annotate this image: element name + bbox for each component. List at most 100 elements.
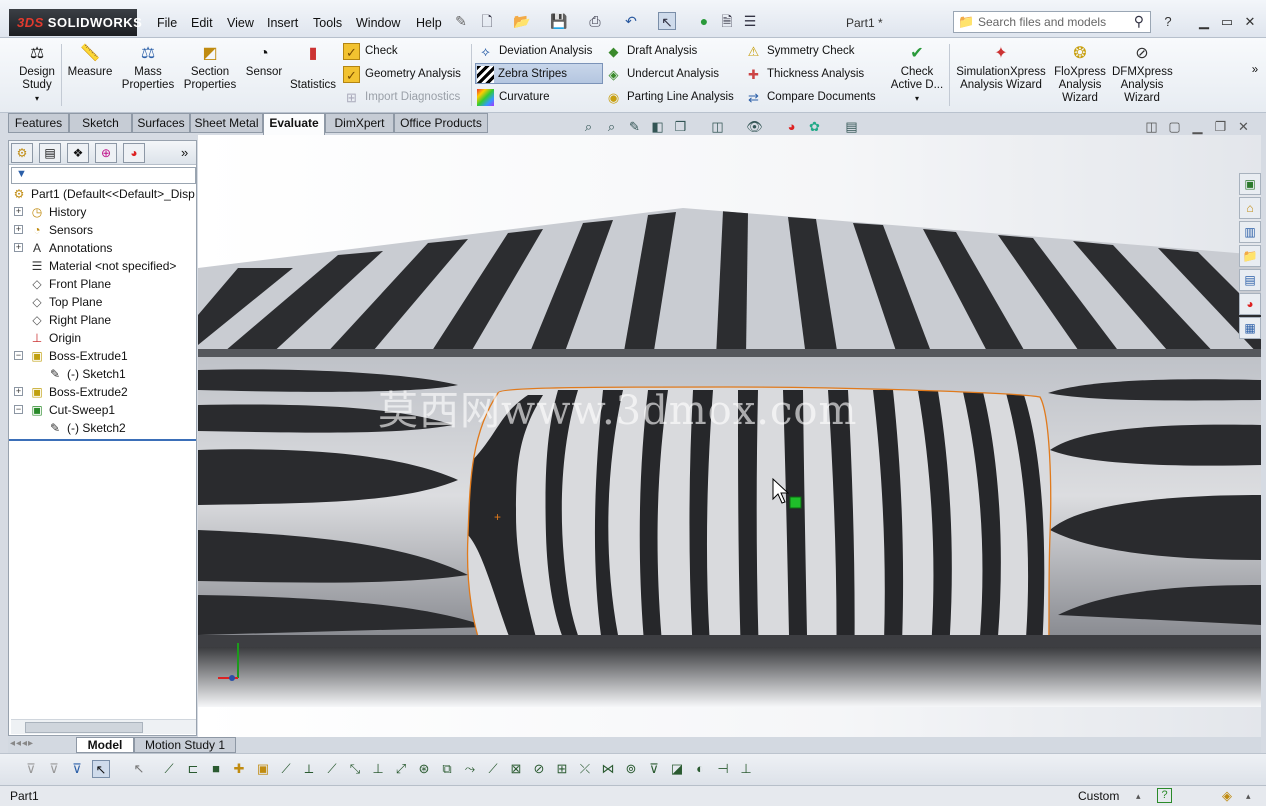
thickness-analysis-button[interactable]: ✚ Thickness Analysis [745, 64, 864, 85]
selection-handle[interactable] [789, 496, 802, 509]
open-folder-icon[interactable]: 📂 [513, 12, 531, 30]
design-library-icon[interactable]: ▥ [1239, 221, 1261, 243]
viewport-split-icon[interactable]: ◫ [1143, 118, 1160, 135]
relation-pierce-icon[interactable]: ⤫ [576, 760, 594, 778]
sketch-box-icon[interactable]: ▣ [254, 760, 272, 778]
deviation-analysis-button[interactable]: ⟡ Deviation Analysis [477, 41, 592, 62]
relation-equal-icon[interactable]: ⧉ [438, 760, 456, 778]
relation-on-edge-icon[interactable]: ◪ [668, 760, 686, 778]
tree-item-front-plane[interactable]: ◇ Front Plane [9, 275, 196, 293]
curvature-button[interactable]: Curvature [477, 87, 550, 108]
hide-show-items-icon[interactable]: 👁 [746, 118, 763, 135]
select-pointer-icon[interactable]: ↖ [658, 12, 676, 30]
tree-item-top-plane[interactable]: ◇ Top Plane [9, 293, 196, 311]
tree-item-boss-extrude1[interactable]: − ▣ Boss-Extrude1 [9, 347, 196, 365]
zoom-to-fit-icon[interactable]: ⌕ [580, 118, 597, 135]
relation-perpendicular-icon[interactable]: ⟂ [300, 760, 318, 778]
relation-along-y-icon[interactable]: ⊣ [714, 760, 732, 778]
edit-appearance-icon[interactable]: ◕ [783, 118, 800, 135]
previous-view-icon[interactable]: ✎ [626, 118, 643, 135]
tree-item-right-plane[interactable]: ◇ Right Plane [9, 311, 196, 329]
viewport-close-icon[interactable]: ✕ [1235, 118, 1252, 135]
tab-features[interactable]: Features [8, 113, 69, 133]
relation-along-x-icon[interactable]: ◐ [691, 760, 709, 778]
appearances-icon[interactable]: ◕ [1239, 293, 1261, 315]
menu-file[interactable]: File [157, 16, 177, 30]
check-active-document-button[interactable]: ✔ Check Active D... ▾ [888, 44, 946, 105]
propertymanager-tab-icon[interactable]: ▤ [39, 143, 61, 163]
tab-evaluate[interactable]: Evaluate [263, 113, 325, 135]
rebuild-traffic-light-icon[interactable]: ● [695, 12, 713, 30]
horizontal-scrollbar[interactable] [11, 719, 196, 734]
menu-help[interactable]: Help [416, 16, 442, 30]
search-input[interactable]: 📁 Search files and models ⚲ [953, 11, 1151, 33]
mass-properties-button[interactable]: ⚖ Mass Properties [118, 44, 178, 92]
symmetry-check-button[interactable]: ⚠ Symmetry Check [745, 41, 855, 62]
print-icon[interactable]: ⎙ [586, 12, 604, 30]
custom-properties-icon[interactable]: ▦ [1239, 317, 1261, 339]
tree-item-cut-sweep1[interactable]: − ▣ Cut-Sweep1 [9, 401, 196, 419]
collapse-icon[interactable]: − [14, 405, 23, 414]
dfmxpress-button[interactable]: ⊘ DFMXpress Analysis Wizard [1112, 44, 1173, 105]
expand-icon[interactable]: + [14, 243, 23, 252]
tree-item-sensors[interactable]: + ◔ Sensors [9, 221, 196, 239]
featuremanager-tab-icon[interactable]: ⚙ [11, 143, 33, 163]
viewport-minimize-icon[interactable]: ▁ [1189, 118, 1206, 135]
tab-sheet-metal[interactable]: Sheet Metal [190, 113, 263, 133]
relation-parallel-icon[interactable]: ⟋ [277, 760, 295, 778]
menu-window[interactable]: Window [356, 16, 400, 30]
undo-icon[interactable]: ↶ [622, 12, 640, 30]
relation-vertical-icon[interactable]: ⊥ [369, 760, 387, 778]
minimize-icon[interactable]: ▁ [1196, 14, 1212, 30]
tree-item-material-not-specified[interactable]: ☰ Material <not specified> [9, 257, 196, 275]
tag-icon[interactable]: ◈ [1222, 786, 1232, 806]
tab-motion-study-1[interactable]: Motion Study 1 [134, 737, 236, 753]
tag-dropdown-arrow-icon[interactable]: ▴ [1246, 786, 1251, 806]
simulationxpress-button[interactable]: ✦ SimulationXpress Analysis Wizard [954, 44, 1048, 92]
tree-item-history[interactable]: + ◷ History [9, 203, 196, 221]
viewport-restore-icon[interactable]: ❐ [1212, 118, 1229, 135]
check-button[interactable]: ✓ Check [343, 41, 398, 62]
tree-item-part1-default-default-disp[interactable]: ⚙ Part1 (Default<<Default>_Disp [9, 185, 196, 203]
view-orientation-icon[interactable]: ❒ [672, 118, 689, 135]
expand-icon[interactable]: + [14, 225, 23, 234]
home-icon[interactable]: ⌂ [1239, 197, 1261, 219]
tab-sketch[interactable]: Sketch [69, 113, 132, 133]
filter-faces-icon[interactable]: ⊽ [22, 760, 40, 778]
scrollbar-thumb[interactable] [25, 722, 143, 733]
relation-tangent-icon[interactable]: ⟋ [323, 760, 341, 778]
tab-surfaces[interactable]: Surfaces [132, 113, 190, 133]
options-icon[interactable]: ☰ [741, 12, 759, 30]
relation-midpoint-icon[interactable]: ⊛ [415, 760, 433, 778]
relation-horizontal-icon[interactable]: ⤢ [392, 760, 410, 778]
relation-symmetric-icon[interactable]: ⊠ [507, 760, 525, 778]
solidworks-logo[interactable]: 3DS SOLIDWORKS [9, 9, 142, 36]
search-icon[interactable]: ⚲ [1134, 13, 1144, 30]
draft-analysis-button[interactable]: ◆ Draft Analysis [605, 41, 698, 62]
zebra-stripes-button[interactable]: Zebra Stripes [475, 63, 603, 84]
menu-tools[interactable]: Tools [313, 16, 342, 30]
tab-scroll-arrows-icon[interactable]: ◂◂◂▸ [10, 738, 34, 749]
section-properties-button[interactable]: ◩ Section Properties [180, 44, 240, 92]
compare-documents-button[interactable]: ⇄ Compare Documents [745, 87, 876, 108]
tree-item-boss-extrude2[interactable]: + ▣ Boss-Extrude2 [9, 383, 196, 401]
unit-dropdown-arrow-icon[interactable]: ▴ [1136, 786, 1141, 806]
unit-system-selector[interactable]: Custom [1078, 786, 1119, 806]
relation-coplanar-icon[interactable]: ⊽ [645, 760, 663, 778]
dimxpertmanager-tab-icon[interactable]: ⊕ [95, 143, 117, 163]
relation-intersection-icon[interactable]: ⋈ [599, 760, 617, 778]
new-document-icon[interactable]: 🗋 [478, 12, 496, 30]
filter-edges-icon[interactable]: ⊽ [45, 760, 63, 778]
zoom-to-area-icon[interactable]: ⌕ [603, 118, 620, 135]
close-icon[interactable]: ✕ [1242, 14, 1258, 30]
floxpress-button[interactable]: ❂ FloXpress Analysis Wizard [1052, 44, 1108, 105]
menu-insert[interactable]: Insert [267, 16, 298, 30]
measure-button[interactable]: 📏 Measure [66, 44, 114, 79]
tree-item-sketch1[interactable]: ✎ (-) Sketch1 [9, 365, 196, 383]
file-explorer-icon[interactable]: 📁 [1239, 245, 1261, 267]
expand-icon[interactable]: + [14, 387, 23, 396]
expand-icon[interactable]: + [14, 207, 23, 216]
restore-icon[interactable]: ▭ [1219, 14, 1235, 30]
menu-edit[interactable]: Edit [191, 16, 213, 30]
displaymanager-tab-icon[interactable]: ◕ [123, 143, 145, 163]
